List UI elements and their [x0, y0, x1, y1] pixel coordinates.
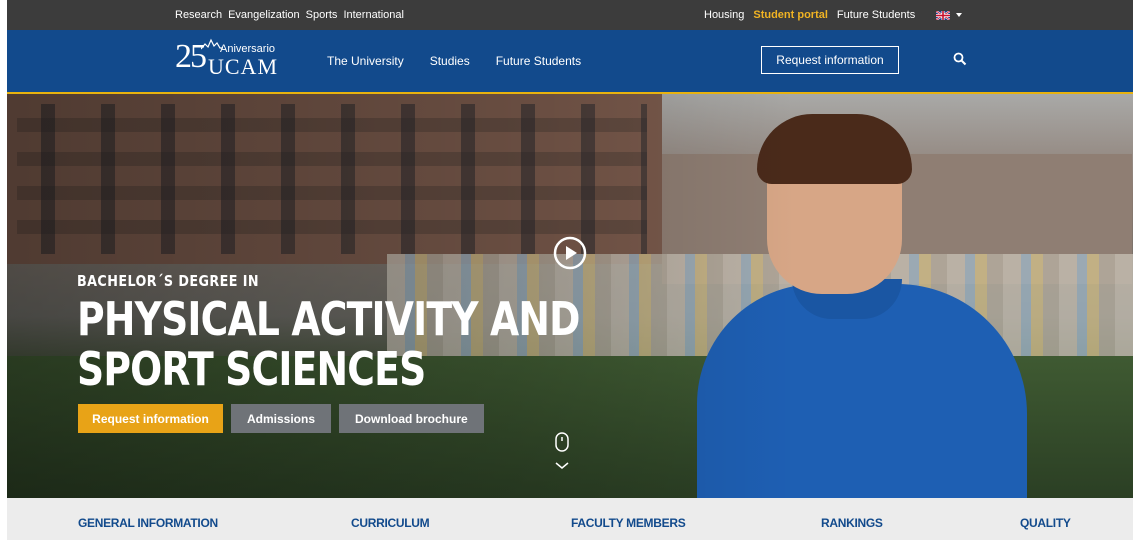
utility-bar: Research Evangelization Sports Internati…: [7, 0, 1133, 30]
admissions-button[interactable]: Admissions: [231, 404, 332, 433]
request-information-button[interactable]: Request information: [761, 46, 899, 74]
chevron-down-icon: [956, 13, 963, 17]
mouse-scroll-icon[interactable]: [554, 432, 570, 474]
utility-links-right: Housing Student portal Future Students: [704, 0, 963, 30]
utility-links-left: Research Evangelization Sports Internati…: [175, 0, 404, 30]
hero-text: BACHELOR´S DEGREE IN PHYSICAL ACTIVITY A…: [77, 272, 690, 394]
utility-link-evangelization[interactable]: Evangelization: [228, 9, 300, 21]
tab-faculty-members[interactable]: FACULTY MEMBERS: [571, 516, 686, 530]
tab-rankings[interactable]: RANKINGS: [821, 516, 883, 530]
download-brochure-button[interactable]: Download brochure: [339, 404, 484, 433]
play-icon[interactable]: [553, 236, 587, 270]
primary-nav: The University Studies Future Students: [327, 30, 581, 92]
utility-link-research[interactable]: Research: [175, 9, 222, 21]
hero-buttons: Request information Admissions Download …: [78, 404, 484, 433]
nav-studies[interactable]: Studies: [430, 54, 470, 68]
page-frame: Research Evangelization Sports Internati…: [7, 0, 1133, 540]
hero-title-line-1: PHYSICAL ACTIVITY AND: [77, 292, 580, 346]
ucam-logo[interactable]: 25 Aniversario UCAM: [175, 36, 295, 84]
tab-general-information[interactable]: GENERAL INFORMATION: [78, 516, 218, 530]
search-icon[interactable]: [953, 52, 967, 66]
main-navbar: 25 Aniversario UCAM The University Studi…: [7, 30, 1133, 94]
tab-quality[interactable]: QUALITY: [1020, 516, 1071, 530]
language-selector[interactable]: [936, 10, 963, 20]
utility-link-student-portal[interactable]: Student portal: [753, 9, 828, 21]
section-tabs: GENERAL INFORMATION CURRICULUM FACULTY M…: [7, 498, 1133, 540]
utility-link-housing[interactable]: Housing: [704, 9, 744, 21]
logo-brand: UCAM: [208, 54, 279, 79]
utility-link-sports[interactable]: Sports: [306, 9, 338, 21]
utility-link-future-students[interactable]: Future Students: [837, 9, 915, 21]
hero-subtitle: BACHELOR´S DEGREE IN: [77, 272, 260, 290]
nav-future-students[interactable]: Future Students: [496, 54, 581, 68]
utility-link-international[interactable]: International: [343, 9, 404, 21]
uk-flag-icon: [936, 10, 951, 20]
hero-banner: BACHELOR´S DEGREE IN PHYSICAL ACTIVITY A…: [7, 94, 1133, 498]
hero-request-information-button[interactable]: Request information: [78, 404, 223, 433]
nav-the-university[interactable]: The University: [327, 54, 404, 68]
tab-curriculum[interactable]: CURRICULUM: [351, 516, 430, 530]
hero-title-line-2: SPORT SCIENCES: [77, 342, 426, 396]
